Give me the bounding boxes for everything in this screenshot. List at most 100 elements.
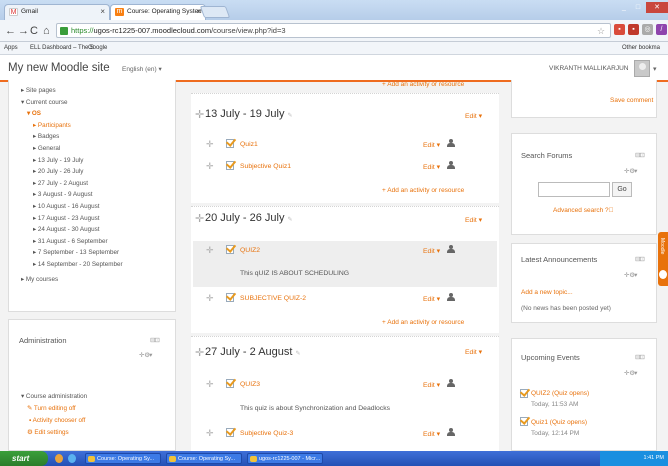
add-new-topic-link[interactable]: Add a new topic... xyxy=(521,289,573,296)
forward-arrow-icon[interactable]: → xyxy=(18,24,29,38)
close-window-button[interactable]: ✕ xyxy=(646,2,668,13)
menu-icon[interactable]: / xyxy=(656,24,667,35)
block-move-icon[interactable]: ✛ ⚙▾ xyxy=(624,271,637,279)
tab-gmail[interactable]: M Gmail × xyxy=(4,4,110,20)
language-menu[interactable]: English (en) ▾ xyxy=(122,65,162,73)
bookmark-apps[interactable]: Apps xyxy=(4,42,18,55)
activity-subjective-quiz-3[interactable]: Subjective Quiz-3 xyxy=(240,430,293,437)
user-icon[interactable] xyxy=(447,245,455,254)
advanced-search-link[interactable]: Advanced search ?⃝ xyxy=(553,207,614,214)
ie-icon[interactable] xyxy=(68,454,76,463)
nav-item[interactable]: ▸ 13 July - 19 July xyxy=(33,157,83,164)
move-icon[interactable]: ✛ xyxy=(206,246,214,255)
reload-icon[interactable]: C xyxy=(30,24,38,38)
user-icon[interactable] xyxy=(447,139,455,148)
move-icon[interactable]: ✛ xyxy=(206,140,214,149)
event-quiz1-link[interactable]: Quiz1 (Quiz opens) xyxy=(531,419,587,426)
nav-item-my-courses[interactable]: ▸ My courses xyxy=(21,276,58,283)
nav-item[interactable]: ▸ Badges xyxy=(33,133,59,140)
nav-item[interactable]: ▸ 17 August - 23 August xyxy=(33,215,100,222)
course-administration[interactable]: ▾ Course administration xyxy=(21,393,87,400)
activity-quiz3[interactable]: QUIZ3 xyxy=(240,381,260,388)
nav-item[interactable]: ▸ 24 August - 30 August xyxy=(33,226,100,233)
nav-item[interactable]: ▾ Current course xyxy=(21,99,68,106)
extension-icon[interactable]: ◎ xyxy=(642,24,653,35)
user-name[interactable]: VIKRANTH MALLIKARJUN xyxy=(549,65,628,72)
url-bar[interactable]: https://ugos-rc1225-007.moodlecloud.com/… xyxy=(56,23,611,38)
nav-item[interactable]: ▸ 3 August - 9 August xyxy=(33,191,93,198)
block-dock-icon[interactable]: ⊟⊡ xyxy=(150,336,160,344)
home-icon[interactable]: ⌂ xyxy=(43,24,50,38)
close-tab-icon[interactable]: × xyxy=(100,5,105,19)
activity-edit-menu[interactable]: Edit ▾ xyxy=(423,381,440,389)
chevron-down-icon[interactable]: ▾ xyxy=(653,65,657,73)
maximize-button[interactable]: □ xyxy=(632,2,644,13)
site-name[interactable]: My new Moodle site xyxy=(8,62,110,74)
add-activity-link[interactable]: + Add an activity or resource xyxy=(382,319,464,326)
activity-edit-menu[interactable]: Edit ▾ xyxy=(423,141,440,149)
edit-settings-link[interactable]: ⚙ Edit settings xyxy=(27,429,69,436)
quicklaunch-icon[interactable] xyxy=(55,454,63,463)
star-icon[interactable]: ☆ xyxy=(597,24,605,38)
nav-item[interactable]: ▾ OS xyxy=(27,110,41,117)
activity-chooser-off-link[interactable]: ▪ Activity chooser off xyxy=(29,417,85,424)
activity-edit-menu[interactable]: Edit ▾ xyxy=(423,430,440,438)
pencil-icon[interactable]: ✎ xyxy=(288,113,293,119)
move-icon[interactable]: ✛ xyxy=(206,162,214,171)
move-icon[interactable]: ✛ xyxy=(206,429,214,438)
taskbar-course-button[interactable]: Course: Operating Sy... xyxy=(85,453,161,464)
nav-item[interactable]: ▸ 20 July - 26 July xyxy=(33,168,83,175)
user-icon[interactable] xyxy=(447,428,455,437)
user-icon[interactable] xyxy=(447,293,455,302)
nav-item[interactable]: ▸ 10 August - 16 August xyxy=(33,203,100,210)
block-dock-icon[interactable]: ⊟⊡ xyxy=(635,255,645,263)
add-activity-link[interactable]: + Add an activity or resource xyxy=(382,187,464,194)
taskbar-course-button[interactable]: Course: Operating Sy... xyxy=(166,453,242,464)
avatar[interactable] xyxy=(634,60,650,77)
user-icon[interactable] xyxy=(447,379,455,388)
bookmark-google[interactable]: Google xyxy=(88,42,107,55)
nav-item[interactable]: ▸ 14 September - 20 September xyxy=(33,261,123,268)
minimize-button[interactable]: _ xyxy=(618,2,630,13)
tab-course-operating-system[interactable]: m Course: Operating System × xyxy=(110,4,206,20)
search-input[interactable] xyxy=(538,182,610,197)
clock[interactable]: 1:41 PM xyxy=(644,455,664,461)
extension-icon[interactable]: ▪ xyxy=(614,24,625,35)
activity-subjective-quiz1[interactable]: Subjective Quiz1 xyxy=(240,163,291,170)
moodle-side-tab[interactable]: Moodle xyxy=(658,232,668,286)
event-quiz2-link[interactable]: QUIZ2 (Quiz opens) xyxy=(531,390,589,397)
move-icon[interactable]: ✛ xyxy=(195,110,204,121)
block-move-icon[interactable]: ✛ ⚙▾ xyxy=(624,167,637,175)
activity-edit-menu[interactable]: Edit ▾ xyxy=(423,295,440,303)
section-edit-menu[interactable]: Edit ▾ xyxy=(465,112,482,120)
nav-item[interactable]: ▸ Site pages xyxy=(21,87,56,94)
help-icon[interactable]: ?⃝ xyxy=(605,207,614,214)
block-dock-icon[interactable]: ⊟⊡ xyxy=(635,353,645,361)
activity-edit-menu[interactable]: Edit ▾ xyxy=(423,163,440,171)
nav-item[interactable]: ▸ General xyxy=(33,145,60,152)
bookmark-ell-dashboard[interactable]: ELL Dashboard – The S xyxy=(30,42,94,55)
turn-editing-off-link[interactable]: ✎ Turn editing off xyxy=(27,405,76,412)
section-edit-menu[interactable]: Edit ▾ xyxy=(465,348,482,356)
move-icon[interactable]: ✛ xyxy=(195,214,204,225)
go-button[interactable]: Go xyxy=(612,182,632,197)
nav-item[interactable]: ▸ 7 September - 13 September xyxy=(33,249,119,256)
save-comment-link[interactable]: Save comment xyxy=(610,97,653,104)
pencil-icon[interactable]: ✎ xyxy=(288,217,293,223)
activity-subjective-quiz-2[interactable]: SUBJECTIVE QUIZ-2 xyxy=(240,295,306,302)
nav-item[interactable]: ▸ Participants xyxy=(33,122,71,129)
back-arrow-icon[interactable]: ← xyxy=(5,24,16,38)
block-dock-icon[interactable]: ⊟⊡ xyxy=(635,151,645,159)
nav-item[interactable]: ▸ 27 July - 2 August xyxy=(33,180,88,187)
extension-icon[interactable]: ▪ xyxy=(628,24,639,35)
other-bookmarks[interactable]: Other bookma xyxy=(622,42,660,55)
activity-quiz1[interactable]: Quiz1 xyxy=(240,141,258,148)
start-button[interactable]: start xyxy=(0,451,48,466)
block-move-icon[interactable]: ✛ ⚙▾ xyxy=(139,351,152,359)
new-tab-button[interactable] xyxy=(199,6,231,18)
section-edit-menu[interactable]: Edit ▾ xyxy=(465,216,482,224)
activity-quiz2[interactable]: QUIZ2 xyxy=(240,247,260,254)
add-activity-link[interactable]: + Add an activity or resource xyxy=(382,81,464,88)
nav-item[interactable]: ▸ 31 August - 6 September xyxy=(33,238,108,245)
pencil-icon[interactable]: ✎ xyxy=(296,351,301,357)
